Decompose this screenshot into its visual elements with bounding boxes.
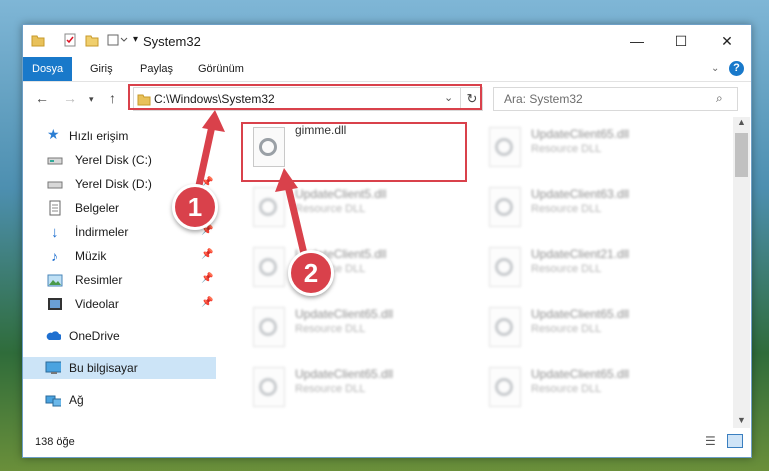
arrow-to-address-bar [194,125,216,191]
step-badge-2: 2 [288,250,334,296]
annotation-arrows [194,110,309,259]
arrow-to-file [284,185,309,259]
step-badge-1: 1 [172,184,218,230]
arrow-head-2 [275,168,298,192]
arrow-head-1 [202,110,225,132]
